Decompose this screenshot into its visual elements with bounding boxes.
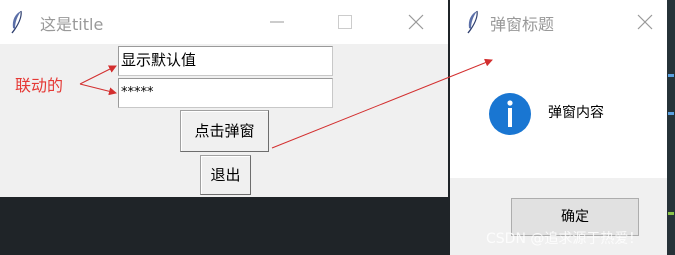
screenshot: 这是title 显示默认值 ***** 点击弹窗 退出 联动的 弹窗标题 弹窗内… <box>0 0 675 255</box>
popup-button[interactable]: 点击弹窗 <box>180 110 269 152</box>
main-titlebar[interactable]: 这是title <box>0 0 448 44</box>
feather-icon <box>9 10 25 34</box>
window-title: 这是title <box>40 15 104 34</box>
exit-button[interactable]: 退出 <box>200 155 251 195</box>
info-icon <box>488 92 532 136</box>
dialog-body: 弹窗内容 <box>450 44 667 178</box>
code-fragment <box>668 112 674 115</box>
linked-annotation: 联动的 <box>15 76 64 95</box>
maximize-icon[interactable] <box>333 10 357 34</box>
code-fragment <box>668 74 674 77</box>
background-area <box>0 197 450 255</box>
editor-background <box>667 0 675 255</box>
code-fragment <box>668 212 674 215</box>
dialog-titlebar[interactable]: 弹窗标题 <box>450 0 667 44</box>
watermark: CSDN @追求源于热爱！ <box>486 231 643 247</box>
password-entry[interactable]: ***** <box>118 78 333 108</box>
main-window: 这是title 显示默认值 ***** 点击弹窗 退出 联动的 <box>0 0 448 197</box>
minimize-icon[interactable] <box>265 10 289 34</box>
messagebox-dialog: 弹窗标题 弹窗内容 确定 <box>450 0 667 255</box>
dialog-title: 弹窗标题 <box>490 15 555 34</box>
close-icon[interactable] <box>633 10 657 34</box>
close-icon[interactable] <box>404 10 428 34</box>
text-entry[interactable]: 显示默认值 <box>118 46 333 76</box>
feather-icon <box>465 10 481 34</box>
dialog-message: 弹窗内容 <box>548 105 604 121</box>
